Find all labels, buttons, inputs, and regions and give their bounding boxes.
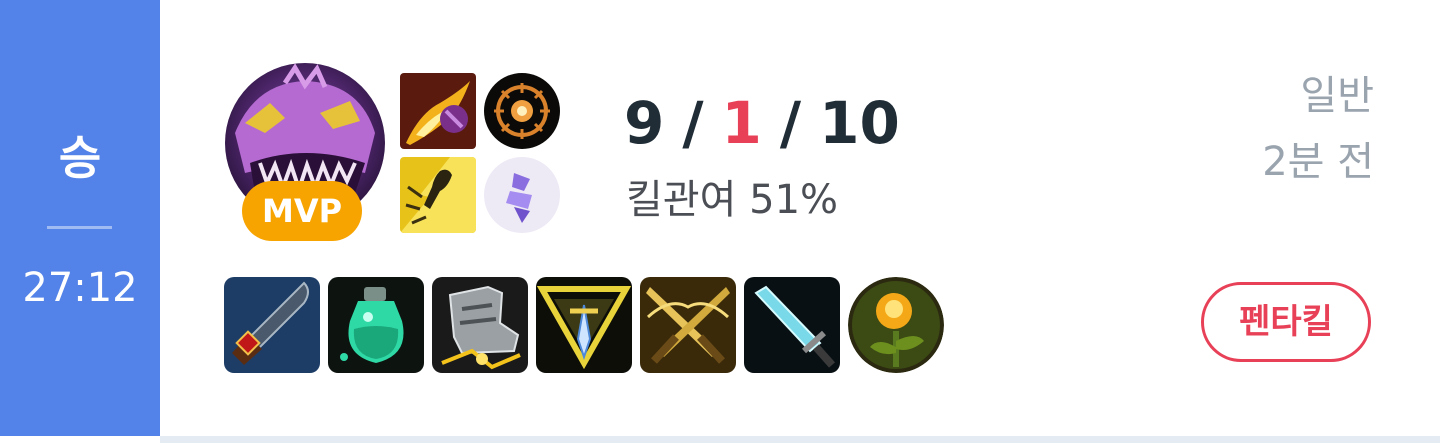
sorcery-rune-icon[interactable] <box>484 157 560 233</box>
result-bar: 승 27:12 <box>0 0 160 436</box>
ignite-spell-icon[interactable] <box>400 73 476 149</box>
flash-spell-icon[interactable] <box>400 157 476 233</box>
result-divider <box>47 226 112 229</box>
bottom-divider <box>160 436 1440 443</box>
kill-participation: 킬관여 51% <box>626 177 839 223</box>
assists-count: 10 <box>819 89 900 157</box>
game-duration: 27:12 <box>22 265 138 311</box>
sword-crest-item-icon[interactable] <box>536 277 632 373</box>
result-label: 승 <box>58 131 102 185</box>
time-ago: 2분 전 <box>1262 139 1374 185</box>
kills-count: 9 <box>624 89 665 157</box>
kda-score: 9/1/10 <box>624 90 900 156</box>
deaths-count: 1 <box>721 89 762 157</box>
multikill-badge: 펜타킬 <box>1201 282 1371 362</box>
bloodthirster-dagger-item-icon[interactable] <box>224 277 320 373</box>
mvp-badge: MVP <box>242 181 362 241</box>
refillable-potion-item-icon[interactable] <box>328 277 424 373</box>
boots-item-icon[interactable] <box>432 277 528 373</box>
electrocute-rune-icon[interactable] <box>484 73 560 149</box>
glowing-blade-item-icon[interactable] <box>744 277 840 373</box>
kda-separator: / <box>682 89 704 157</box>
queue-type: 일반 <box>1300 73 1374 119</box>
crossed-swords-item-icon[interactable] <box>640 277 736 373</box>
oracle-lens-trinket-icon[interactable] <box>848 277 944 373</box>
kda-separator: / <box>779 89 802 157</box>
